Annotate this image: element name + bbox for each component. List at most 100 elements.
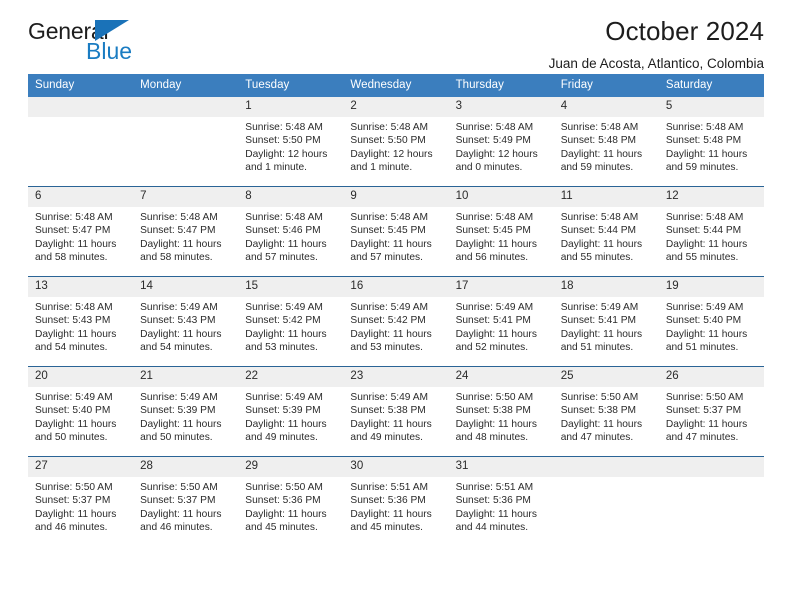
- calendar-day-cell[interactable]: 26 Sunrise: 5:50 AM Sunset: 5:37 PM Dayligh…: [658, 366, 764, 457]
- day-details: Sunrise: 5:49 AM Sunset: 5:39 PM Daylight:…: [238, 387, 343, 445]
- calendar-day-cell[interactable]: 2 Sunrise: 5:48 AM Sunset: 5:50 PM Daylight…: [343, 97, 449, 187]
- day-details: Sunrise: 5:50 AM Sunset: 5:37 PM Daylight:…: [659, 387, 764, 445]
- brand-logo[interactable]: General Blue: [28, 0, 268, 76]
- sunset-text: Sunset: 5:39 PM: [245, 405, 321, 417]
- calendar-day-cell[interactable]: 10 Sunrise: 5:48 AM Sunset: 5:45 PM Dayligh…: [448, 186, 554, 277]
- sunrise-text: Sunrise: 5:51 AM: [350, 482, 429, 493]
- day-details: Sunrise: 5:50 AM Sunset: 5:38 PM Daylight:…: [554, 387, 659, 445]
- daylight-text: Daylight: 12 hours and 1 minute.: [350, 148, 433, 174]
- daylight-text: Daylight: 11 hours and 45 minutes.: [350, 508, 432, 534]
- sunset-text: Sunset: 5:44 PM: [560, 225, 637, 237]
- sunset-text: Sunset: 5:42 PM: [350, 315, 426, 327]
- calendar-day-cell[interactable]: 27 Sunrise: 5:50 AM Sunset: 5:37 PM Dayligh…: [28, 456, 134, 546]
- calendar-day-cell[interactable]: 6 Sunrise: 5:48 AM Sunset: 5:47 PM Daylight…: [28, 186, 134, 277]
- daylight-text: Daylight: 11 hours and 44 minutes.: [455, 508, 537, 534]
- calendar-day-cell[interactable]: 12 Sunrise: 5:48 AM Sunset: 5:44 PM Dayligh…: [658, 186, 764, 277]
- calendar-day-cell[interactable]: 29 Sunrise: 5:50 AM Sunset: 5:36 PM Dayligh…: [238, 456, 344, 546]
- calendar-week-row: 13 Sunrise: 5:48 AM Sunset: 5:43 PM Dayligh…: [28, 276, 764, 367]
- calendar-day-cell[interactable]: 3 Sunrise: 5:48 AM Sunset: 5:49 PM Daylight…: [448, 97, 554, 187]
- day-number: [133, 97, 239, 117]
- calendar-day-cell[interactable]: 4 Sunrise: 5:48 AM Sunset: 5:48 PM Daylight…: [553, 97, 659, 187]
- sunset-text: Sunset: 5:45 PM: [350, 225, 426, 237]
- day-details: Sunrise: 5:48 AM Sunset: 5:47 PM Daylight:…: [28, 207, 133, 265]
- daylight-text: Daylight: 11 hours and 55 minutes.: [665, 238, 748, 264]
- sunrise-text: Sunrise: 5:49 AM: [350, 302, 429, 313]
- calendar-day-cell[interactable]: 15 Sunrise: 5:49 AM Sunset: 5:42 PM Dayligh…: [238, 276, 344, 367]
- daylight-text: Daylight: 11 hours and 52 minutes.: [455, 328, 537, 354]
- calendar-day-cell[interactable]: 9 Sunrise: 5:48 AM Sunset: 5:45 PM Daylight…: [343, 186, 449, 277]
- calendar-day-cell[interactable]: 13 Sunrise: 5:48 AM Sunset: 5:43 PM Dayligh…: [28, 276, 134, 367]
- page-subtitle: Juan de Acosta, Atlantico, Colombia: [548, 56, 764, 71]
- calendar-day-cell[interactable]: 14 Sunrise: 5:49 AM Sunset: 5:43 PM Dayligh…: [133, 276, 239, 367]
- sunset-text: Sunset: 5:48 PM: [560, 135, 637, 147]
- sunset-text: Sunset: 5:42 PM: [245, 315, 321, 327]
- day-number: 5: [658, 97, 764, 117]
- day-details: Sunrise: 5:48 AM Sunset: 5:44 PM Daylight:…: [659, 207, 764, 265]
- calendar-day-cell[interactable]: 25 Sunrise: 5:50 AM Sunset: 5:38 PM Dayligh…: [553, 366, 659, 457]
- sunset-text: Sunset: 5:37 PM: [665, 405, 742, 417]
- daylight-text: Daylight: 11 hours and 57 minutes.: [350, 238, 432, 264]
- day-details: Sunrise: 5:49 AM Sunset: 5:41 PM Daylight:…: [449, 297, 554, 355]
- day-number: 2: [343, 97, 449, 117]
- daylight-text: Daylight: 12 hours and 1 minute.: [245, 148, 328, 174]
- calendar-day-cell[interactable]: 18 Sunrise: 5:49 AM Sunset: 5:41 PM Dayligh…: [553, 276, 659, 367]
- sunset-text: Sunset: 5:49 PM: [455, 135, 531, 147]
- sunset-text: Sunset: 5:50 PM: [350, 135, 426, 147]
- sunrise-text: Sunrise: 5:48 AM: [35, 212, 113, 223]
- day-number: 7: [133, 187, 239, 207]
- calendar-day-cell-empty: [658, 456, 764, 546]
- sunrise-text: Sunrise: 5:48 AM: [455, 212, 534, 223]
- calendar-day-cell[interactable]: 7 Sunrise: 5:48 AM Sunset: 5:47 PM Daylight…: [133, 186, 239, 277]
- daylight-text: Daylight: 11 hours and 57 minutes.: [245, 238, 327, 264]
- sunset-text: Sunset: 5:38 PM: [350, 405, 426, 417]
- sunrise-text: Sunrise: 5:49 AM: [665, 302, 744, 313]
- calendar-day-cell[interactable]: 17 Sunrise: 5:49 AM Sunset: 5:41 PM Dayligh…: [448, 276, 554, 367]
- calendar-day-cell[interactable]: 19 Sunrise: 5:49 AM Sunset: 5:40 PM Dayligh…: [658, 276, 764, 367]
- sunrise-text: Sunrise: 5:50 AM: [560, 392, 639, 403]
- sunrise-text: Sunrise: 5:48 AM: [140, 212, 218, 223]
- sunset-text: Sunset: 5:39 PM: [140, 405, 216, 417]
- sunset-text: Sunset: 5:47 PM: [140, 225, 216, 237]
- day-number: 9: [343, 187, 449, 207]
- daylight-text: Daylight: 11 hours and 47 minutes.: [665, 418, 748, 444]
- sunrise-text: Sunrise: 5:48 AM: [665, 212, 744, 223]
- day-details: Sunrise: 5:49 AM Sunset: 5:43 PM Daylight:…: [133, 297, 238, 355]
- calendar-day-cell[interactable]: 21 Sunrise: 5:49 AM Sunset: 5:39 PM Dayligh…: [133, 366, 239, 457]
- sunset-text: Sunset: 5:46 PM: [245, 225, 321, 237]
- daylight-text: Daylight: 11 hours and 55 minutes.: [560, 238, 643, 264]
- calendar-day-cell[interactable]: 8 Sunrise: 5:48 AM Sunset: 5:46 PM Daylight…: [238, 186, 344, 277]
- sunset-text: Sunset: 5:41 PM: [560, 315, 637, 327]
- calendar-day-cell[interactable]: 22 Sunrise: 5:49 AM Sunset: 5:39 PM Dayligh…: [238, 366, 344, 457]
- sunrise-text: Sunrise: 5:49 AM: [560, 302, 639, 313]
- day-number: 10: [448, 187, 554, 207]
- daylight-text: Daylight: 11 hours and 51 minutes.: [560, 328, 643, 354]
- day-details: Sunrise: 5:51 AM Sunset: 5:36 PM Daylight:…: [343, 477, 448, 535]
- weekday-header-sunday: Sunday: [28, 74, 134, 97]
- calendar-day-cell[interactable]: 1 Sunrise: 5:48 AM Sunset: 5:50 PM Daylight…: [238, 97, 344, 187]
- calendar-day-cell[interactable]: 20 Sunrise: 5:49 AM Sunset: 5:40 PM Dayligh…: [28, 366, 134, 457]
- day-number: 31: [448, 457, 554, 477]
- sunset-text: Sunset: 5:44 PM: [665, 225, 742, 237]
- sunset-text: Sunset: 5:36 PM: [245, 495, 321, 507]
- day-number: 28: [133, 457, 239, 477]
- calendar-day-cell[interactable]: 23 Sunrise: 5:49 AM Sunset: 5:38 PM Dayligh…: [343, 366, 449, 457]
- calendar-day-cell[interactable]: 28 Sunrise: 5:50 AM Sunset: 5:37 PM Dayligh…: [133, 456, 239, 546]
- calendar-day-cell[interactable]: 30 Sunrise: 5:51 AM Sunset: 5:36 PM Dayligh…: [343, 456, 449, 546]
- calendar-grid: Sunday Monday Tuesday Wednesday Thursday Frid…: [28, 74, 764, 546]
- daylight-text: Daylight: 11 hours and 46 minutes.: [140, 508, 222, 534]
- calendar-day-cell[interactable]: 11 Sunrise: 5:48 AM Sunset: 5:44 PM Dayligh…: [553, 186, 659, 277]
- sunset-text: Sunset: 5:41 PM: [455, 315, 531, 327]
- calendar-day-cell[interactable]: 24 Sunrise: 5:50 AM Sunset: 5:38 PM Dayligh…: [448, 366, 554, 457]
- weekday-header-saturday: Saturday: [658, 74, 764, 97]
- sunset-text: Sunset: 5:45 PM: [455, 225, 531, 237]
- daylight-text: Daylight: 11 hours and 54 minutes.: [35, 328, 117, 354]
- day-number: 21: [133, 367, 239, 387]
- day-details: Sunrise: 5:50 AM Sunset: 5:36 PM Daylight:…: [238, 477, 343, 535]
- day-details: Sunrise: 5:48 AM Sunset: 5:48 PM Daylight:…: [659, 117, 764, 175]
- calendar-day-cell[interactable]: 31 Sunrise: 5:51 AM Sunset: 5:36 PM Dayligh…: [448, 456, 554, 546]
- calendar-header-row: Sunday Monday Tuesday Wednesday Thursday Frid…: [28, 74, 764, 97]
- day-details: Sunrise: 5:49 AM Sunset: 5:42 PM Daylight:…: [343, 297, 448, 355]
- calendar-day-cell[interactable]: 16 Sunrise: 5:49 AM Sunset: 5:42 PM Dayligh…: [343, 276, 449, 367]
- calendar-day-cell[interactable]: 5 Sunrise: 5:48 AM Sunset: 5:48 PM Daylight…: [658, 97, 764, 187]
- weekday-header-thursday: Thursday: [448, 74, 554, 97]
